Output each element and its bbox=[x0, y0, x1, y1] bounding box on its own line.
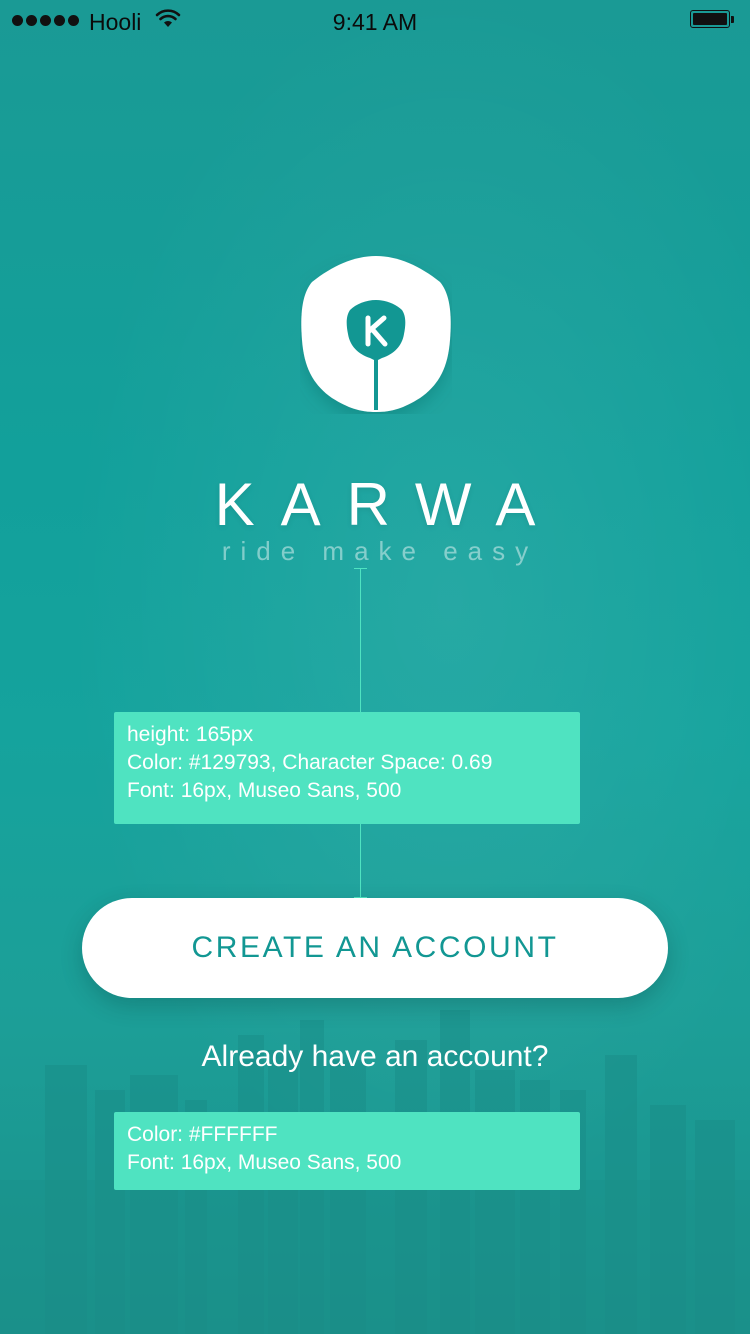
karwa-logo-icon bbox=[301, 256, 451, 412]
brand-name: KARWA bbox=[214, 471, 562, 538]
annotation-line: Font: 16px, Museo Sans, 500 bbox=[127, 779, 402, 802]
annotation-line: Font: 16px, Museo Sans, 500 bbox=[127, 1151, 402, 1174]
guide-line-bottom bbox=[360, 824, 361, 898]
guide-line-top bbox=[360, 568, 361, 712]
annotation-line: Color: #129793, Character Space: 0.69 bbox=[127, 751, 493, 774]
annotation-line: Color: #FFFFFF bbox=[127, 1123, 278, 1146]
battery-icon bbox=[690, 10, 734, 30]
already-have-account-link[interactable]: Already have an account? bbox=[0, 1040, 750, 1074]
spacing-annotation: height: 165px Color: #129793, Character … bbox=[114, 712, 580, 824]
battery-level-fill bbox=[693, 13, 727, 25]
brand-tagline: ride make easy bbox=[221, 536, 539, 566]
link-style-annotation: Color: #FFFFFF Font: 16px, Museo Sans, 5… bbox=[114, 1112, 580, 1190]
create-account-label: CREATE AN ACCOUNT bbox=[191, 931, 559, 964]
annotation-line: height: 165px bbox=[127, 723, 254, 746]
create-account-button[interactable]: CREATE AN ACCOUNT bbox=[82, 898, 668, 998]
status-time: 9:41 AM bbox=[332, 9, 418, 35]
status-bar: Hooli 9:41 AM bbox=[0, 0, 750, 40]
